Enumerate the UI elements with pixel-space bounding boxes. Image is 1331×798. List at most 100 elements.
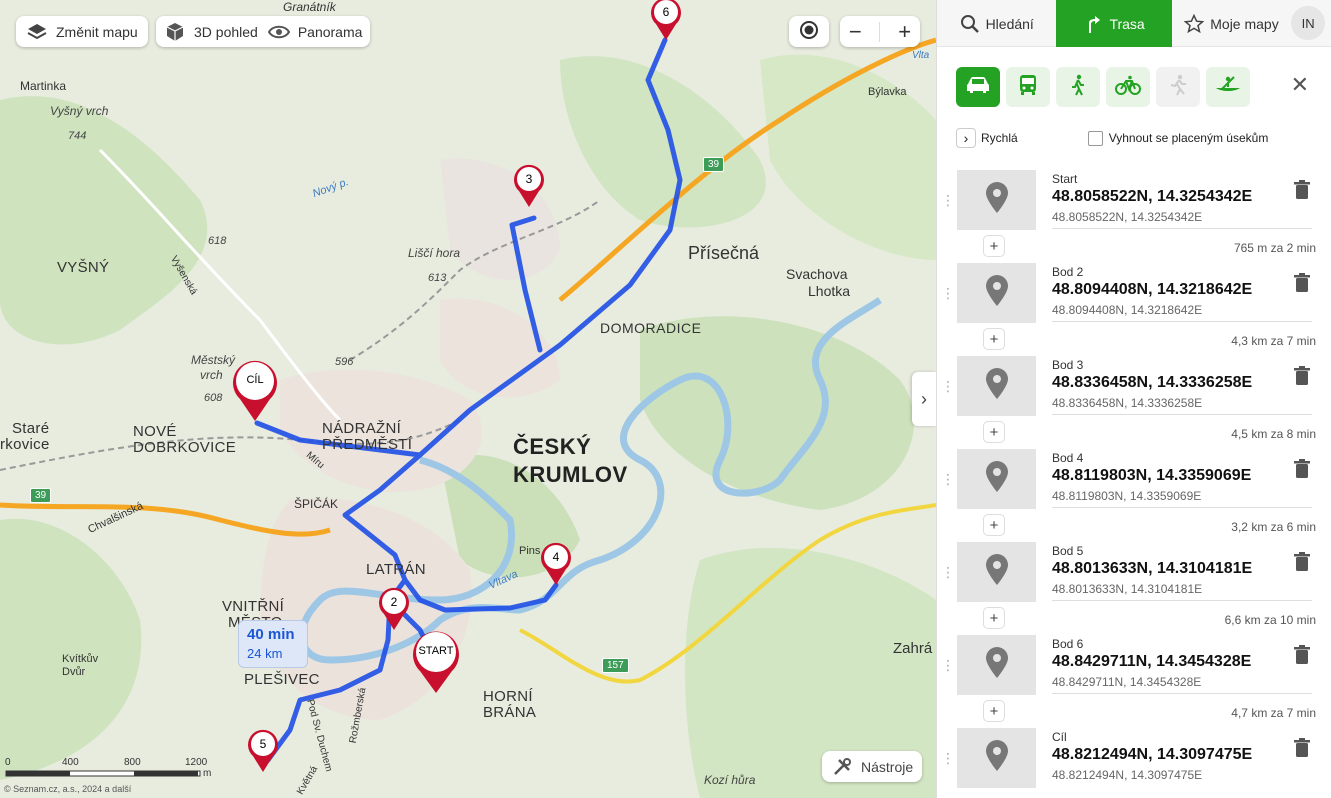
waypoint-item[interactable]: ⋮⋮ Cíl 48.8212494N, 14.3097475E 48.82124…	[937, 728, 1331, 798]
label-svachova: Svachova	[786, 266, 848, 282]
waypoint-coords[interactable]: 48.8212494N, 14.3097475E	[1052, 746, 1252, 764]
tab-search[interactable]: Hledání	[937, 0, 1056, 47]
map-pin-icon	[514, 164, 544, 207]
waypoint-label: Bod 5	[1052, 544, 1084, 558]
trash-icon[interactable]	[1294, 738, 1310, 763]
label-bylavka: Býlavka	[868, 86, 907, 98]
scale-label-800: 800	[124, 757, 141, 768]
waypoint-coords[interactable]: 48.8119803N, 14.3359069E	[1052, 467, 1251, 485]
mode-bike-button[interactable]	[1106, 67, 1150, 107]
route-summary-box[interactable]: 40 min 24 km	[238, 620, 308, 668]
waypoint-item[interactable]: ⋮⋮ Bod 3 48.8336458N, 14.3336258E 48.833…	[937, 356, 1331, 449]
tab-route[interactable]: Trasa	[1056, 0, 1172, 47]
zoom-out-button[interactable]: −	[849, 19, 862, 45]
avoid-tolls-label[interactable]: Vyhnout se placeným úsekům	[1109, 131, 1269, 145]
add-waypoint-button[interactable]: +	[984, 236, 1004, 256]
zoom-in-button[interactable]: +	[898, 19, 911, 45]
label-cesky: ČESKÝ	[513, 434, 592, 459]
collapse-panel-button[interactable]: ›	[912, 372, 936, 426]
waypoint-item[interactable]: ⋮⋮ Start 48.8058522N, 14.3254342E 48.805…	[937, 170, 1331, 263]
label-608: 608	[204, 392, 223, 404]
trash-icon[interactable]	[1294, 459, 1310, 484]
route-duration: 40 min	[247, 626, 295, 643]
waypoint-coords[interactable]: 48.8429711N, 14.3454328E	[1052, 653, 1251, 671]
label-prisecna: Přísečná	[688, 243, 760, 263]
label-krumlov: KRUMLOV	[513, 462, 628, 487]
location-pin-icon	[985, 553, 1009, 591]
label-plesivec: PLEŠIVEC	[244, 671, 320, 688]
location-pin-icon	[985, 367, 1009, 405]
transport-modes	[956, 67, 1250, 107]
waypoint-item[interactable]: ⋮⋮ Bod 6 48.8429711N, 14.3454328E 48.842…	[937, 635, 1331, 728]
car-icon	[965, 75, 991, 100]
add-waypoint-button[interactable]: +	[984, 422, 1004, 442]
waypoint-item[interactable]: ⋮⋮ Bod 5 48.8013633N, 14.3104181E 48.801…	[937, 542, 1331, 635]
locate-icon	[799, 20, 819, 43]
add-waypoint-button[interactable]: +	[984, 515, 1004, 535]
label-vysny: VYŠNÝ	[57, 259, 110, 276]
label-domoradice: DOMORADICE	[600, 320, 702, 336]
waypoint-coords[interactable]: 48.8013633N, 14.3104181E	[1052, 560, 1252, 578]
label-predmesti: PŘEDMĚSTÍ	[322, 436, 413, 453]
divider	[1052, 693, 1312, 694]
scale-label-400: 400	[62, 757, 79, 768]
waypoint-subtitle: 48.8119803N, 14.3359069E	[1052, 489, 1202, 503]
location-pin-icon	[985, 739, 1009, 777]
pin-label: 4	[552, 550, 560, 564]
waypoint-label: Bod 2	[1052, 265, 1084, 279]
waypoint-coords[interactable]: 48.8058522N, 14.3254342E	[1052, 188, 1252, 206]
segment-info: 4,3 km za 7 min	[1231, 334, 1316, 348]
waypoint-item[interactable]: ⋮⋮ Bod 2 48.8094408N, 14.3218642E 48.809…	[937, 263, 1331, 356]
add-waypoint-button[interactable]: +	[984, 329, 1004, 349]
label-kvitkuv: Kvítkův	[62, 653, 99, 665]
tools-button[interactable]: Nástroje	[822, 751, 923, 782]
pin-label: 3	[525, 172, 533, 186]
trash-icon[interactable]	[1294, 552, 1310, 577]
mode-canoe-button[interactable]	[1206, 67, 1250, 107]
route-distance: 24 km	[247, 646, 283, 661]
3d-view-label: 3D pohled	[194, 23, 258, 40]
road-badge-39: 39	[30, 488, 52, 503]
3d-view-button[interactable]: 3D pohled	[164, 21, 268, 43]
mode-walk-button[interactable]	[1056, 67, 1100, 107]
label-nove-dobrkovice: DOBRKOVICE	[133, 439, 237, 456]
map-canvas[interactable]: Granátník Martinka Vyšný vrch 744 Býlavk…	[0, 0, 936, 798]
copyright[interactable]: © Seznam.cz, a.s., 2024 a další	[4, 784, 131, 794]
waypoint-subtitle: 48.8212494N, 14.3097475E	[1052, 768, 1203, 782]
panorama-button[interactable]: Panorama	[267, 21, 362, 43]
locate-button[interactable]	[789, 16, 829, 47]
route-options: › Rychlá Vyhnout se placeným úsekům	[956, 128, 1311, 148]
trash-icon[interactable]	[1294, 273, 1310, 298]
change-map-button[interactable]: Změnit mapu	[16, 16, 148, 47]
waypoint-label: Bod 3	[1052, 358, 1084, 372]
trash-icon[interactable]	[1294, 645, 1310, 670]
label-618: 618	[208, 235, 227, 247]
trash-icon[interactable]	[1294, 366, 1310, 391]
route-type-label[interactable]: Rychlá	[981, 131, 1018, 145]
waypoint-item[interactable]: ⋮⋮ Bod 4 48.8119803N, 14.3359069E 48.811…	[937, 449, 1331, 542]
map-pin-icon	[248, 729, 278, 772]
add-waypoint-button[interactable]: +	[984, 608, 1004, 628]
tab-search-label: Hledání	[985, 15, 1034, 32]
star-icon	[1184, 13, 1205, 34]
label-horni: HORNÍ	[483, 688, 533, 705]
label-613: 613	[428, 272, 447, 284]
close-route-button[interactable]: ✕	[1291, 72, 1309, 98]
waypoint-thumbnail	[957, 170, 1036, 230]
mode-transit-button[interactable]	[1006, 67, 1050, 107]
waypoint-coords[interactable]: 48.8094408N, 14.3218642E	[1052, 281, 1252, 299]
bus-icon	[1018, 74, 1038, 101]
location-pin-icon	[985, 646, 1009, 684]
waypoint-coords[interactable]: 48.8336458N, 14.3336258E	[1052, 374, 1252, 392]
mode-car-button[interactable]	[956, 67, 1000, 107]
tab-my-maps[interactable]: Moje mapy	[1172, 0, 1291, 47]
close-icon: ✕	[1290, 72, 1309, 97]
segment-info: 765 m za 2 min	[1233, 241, 1316, 255]
user-avatar[interactable]: IN	[1291, 6, 1326, 40]
add-waypoint-button[interactable]: +	[984, 701, 1004, 721]
mode-run-button[interactable]	[1156, 67, 1200, 107]
scale-label-1200: 1200	[185, 757, 208, 768]
trash-icon[interactable]	[1294, 180, 1310, 205]
route-type-toggle[interactable]: ›	[956, 128, 976, 148]
avoid-tolls-checkbox[interactable]	[1087, 130, 1103, 146]
